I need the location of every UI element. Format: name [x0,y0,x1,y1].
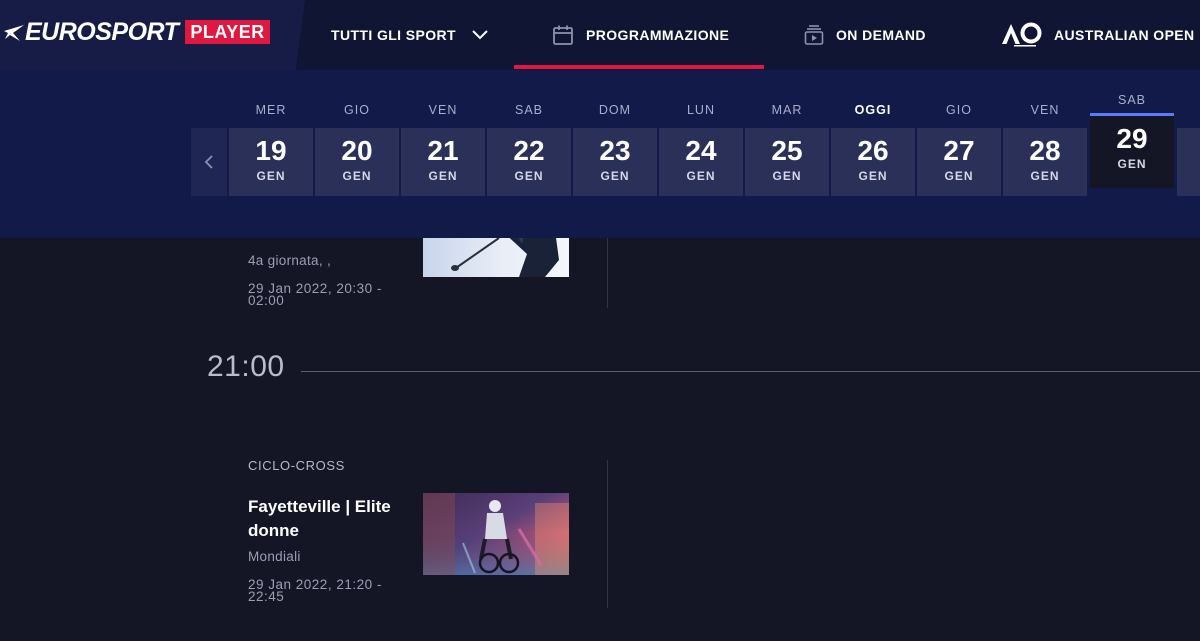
date-weekday: MAR [771,103,803,117]
previous-dates-button[interactable] [191,128,227,196]
nav-australian-open-label: AUSTRALIAN OPEN [1054,27,1195,43]
nav-schedule-label: PROGRAMMAZIONE [586,27,730,43]
date-weekday: DOM [598,103,632,117]
date-weekday: MER [255,103,287,117]
date-month: GEN [1030,169,1060,183]
date-month: GEN [858,169,888,183]
date-weekday: LUN [686,103,715,117]
date-month: GEN [1117,157,1147,171]
date-number: 22 [513,135,545,166]
date-number: 27 [943,135,975,166]
event-2-category: CICLO-CROSS [248,458,345,473]
date-item[interactable]: DOM 23 GEN [573,100,657,196]
eurosport-star-icon [4,25,24,41]
event-1-subtitle: 4a giornata, , [248,253,332,268]
date-selector-bar: MER 19 GEN GIO 20 GEN VEN 21 GEN SAB 22 GEN … [0,70,1200,238]
eurosport-player-logo[interactable]: EUROSPORT PLAYER [4,18,270,46]
date-number: 26 [857,135,889,166]
date-weekday: VEN [428,103,458,117]
date-number: 24 [685,135,717,166]
event-1-time-range: 29 Jan 2022, 20:30 - 02:00 [248,281,382,308]
date-item[interactable]: LUN 24 GEN [659,100,743,196]
date-item-selected[interactable]: SAB 29 GEN [1090,90,1174,188]
cyclocross-thumbnail-image [423,493,569,575]
nav-on-demand-label: ON DEMAND [836,27,926,43]
date-item[interactable]: GIO 27 GEN [917,100,1001,196]
hour-marker: 21:00 [207,350,285,383]
date-number: 20 [341,135,373,166]
date-item[interactable]: MER 19 GEN [229,100,313,196]
nav-all-sports-label: TUTTI GLI SPORT [331,27,456,43]
date-item[interactable]: VEN 28 GEN [1003,100,1087,196]
event-2-subtitle: Mondiali [248,549,301,564]
chevron-left-icon [204,155,213,169]
event-2-title[interactable]: Fayetteville | Elite donne [248,495,413,543]
nav-all-sports[interactable]: TUTTI GLI SPORT [331,0,488,70]
date-month: GEN [256,169,286,183]
date-weekday-today: OGGI [854,103,892,117]
timeline-divider-2 [607,460,608,608]
date-month: GEN [428,169,458,183]
next-date-partial[interactable] [1177,128,1200,196]
date-weekday: GIO [946,103,972,117]
nav-on-demand[interactable]: ON DEMAND [804,0,926,70]
date-item[interactable]: SAB 22 GEN [487,100,571,196]
date-weekday: SAB [1090,90,1174,116]
ao-logo-icon [1000,22,1044,48]
date-item[interactable]: GIO 20 GEN [315,100,399,196]
date-number: 28 [1029,135,1061,166]
date-weekday: SAB [514,103,543,117]
date-month: GEN [944,169,974,183]
nav-australian-open[interactable]: AUSTRALIAN OPEN [1000,0,1195,70]
date-number: 29 [1116,123,1148,154]
date-weekday: VEN [1030,103,1060,117]
date-item[interactable]: MAR 25 GEN [745,100,829,196]
calendar-icon [552,24,574,46]
date-number: 21 [427,135,459,166]
date-month: GEN [342,169,372,183]
date-item[interactable]: VEN 21 GEN [401,100,485,196]
date-number: 19 [255,135,287,166]
date-number: 23 [599,135,631,166]
event-2-time-range: 29 Jan 2022, 21:20 - 22:45 [248,577,382,604]
date-month: GEN [514,169,544,183]
hour-divider-line [301,371,1200,372]
date-month: GEN [772,169,802,183]
timeline-divider [607,238,608,308]
top-navigation: EUROSPORT PLAYER TUTTI GLI SPORT PROGRAM… [0,0,1200,70]
nav-schedule[interactable]: PROGRAMMAZIONE [552,0,729,70]
player-badge: PLAYER [185,20,270,44]
event-2-thumbnail[interactable] [423,493,569,575]
date-number: 25 [771,135,803,166]
chevron-down-icon [472,30,488,40]
active-tab-indicator [514,65,764,69]
date-item-today[interactable]: OGGI 26 GEN [831,100,915,196]
logo-text: EUROSPORT [25,17,179,46]
date-month: GEN [600,169,630,183]
date-month: GEN [686,169,716,183]
date-weekday: GIO [344,103,370,117]
video-stack-icon [804,24,824,46]
